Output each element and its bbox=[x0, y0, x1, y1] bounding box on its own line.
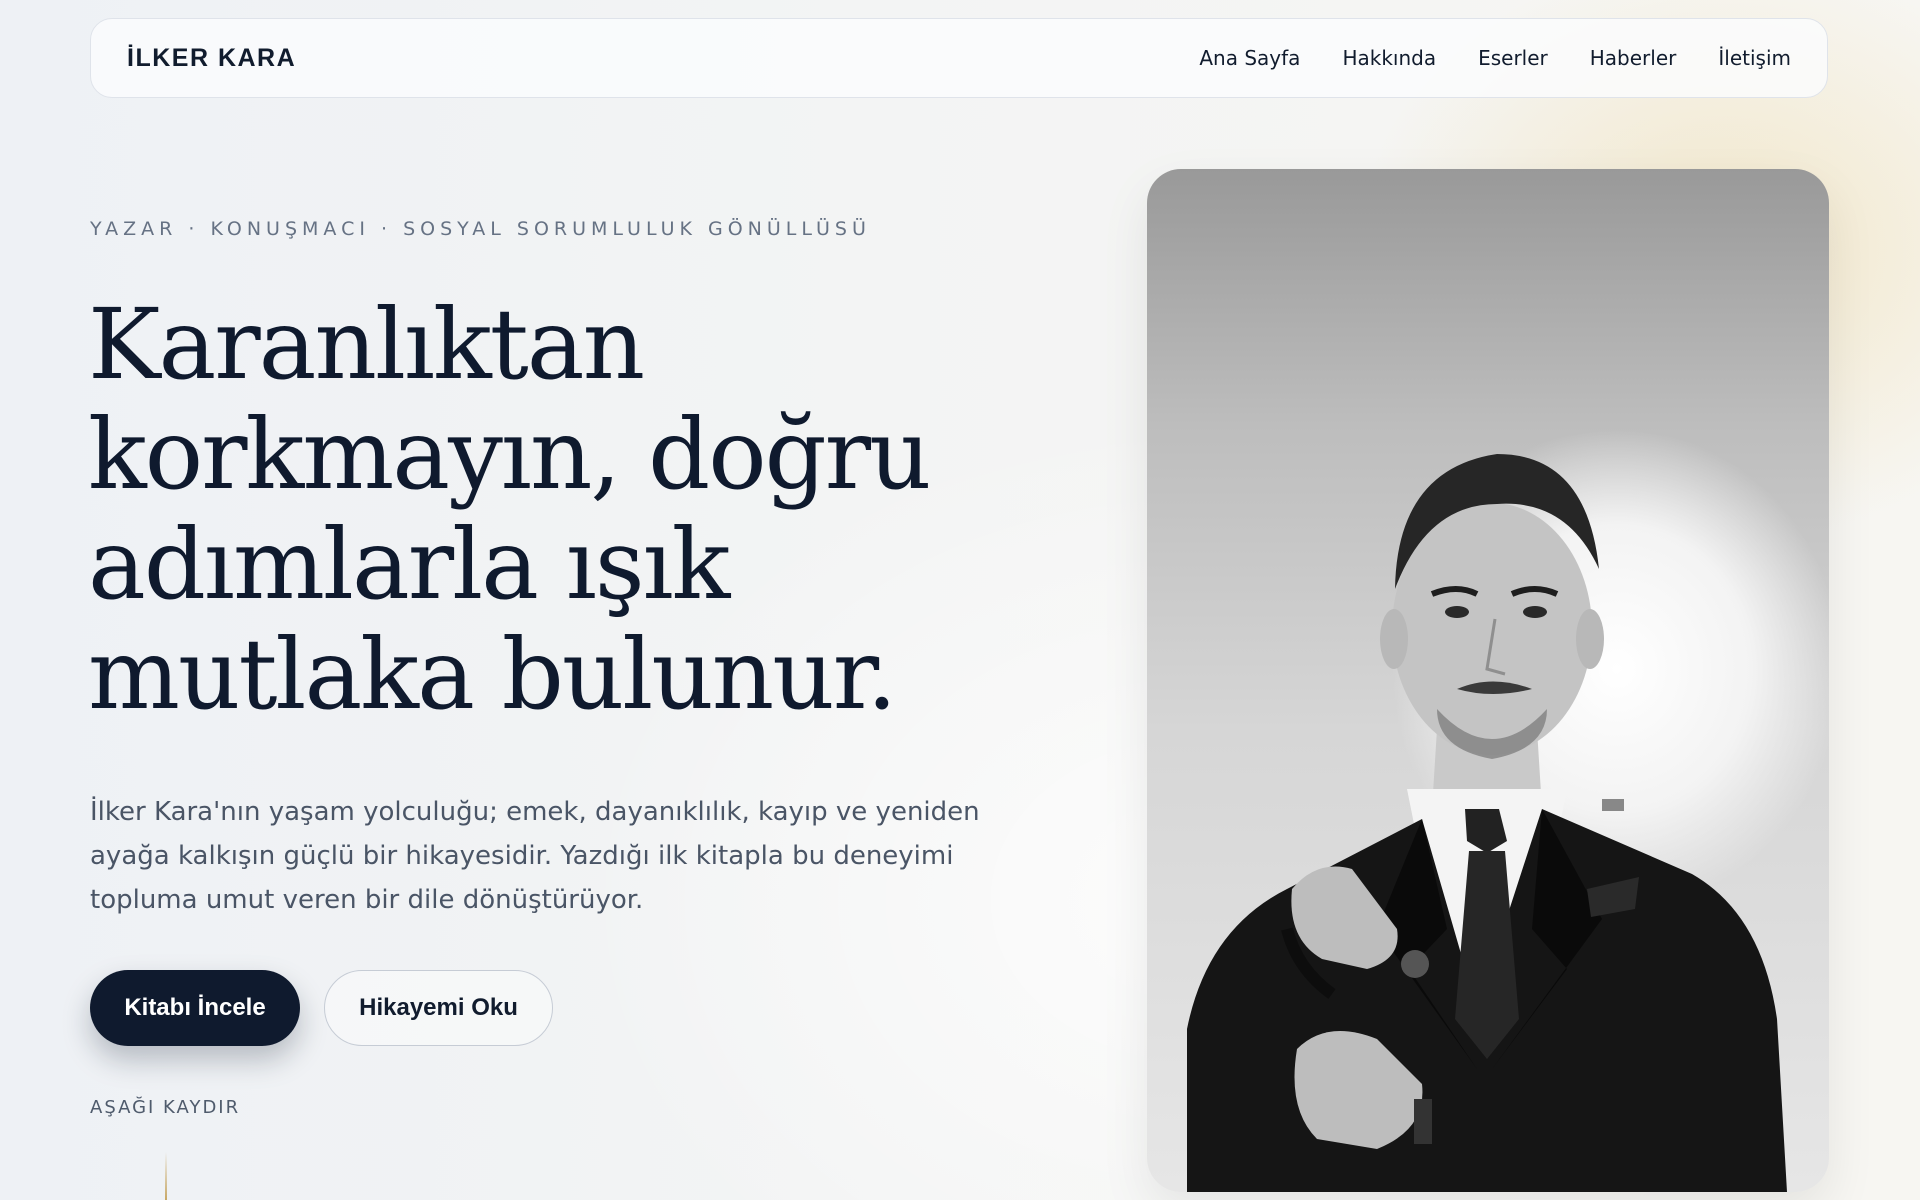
review-book-button[interactable]: Kitabı İncele bbox=[90, 970, 300, 1046]
headline-line: adımlarla ışık bbox=[88, 508, 730, 621]
top-navigation: İLKER KARA Ana Sayfa Hakkında Eserler Ha… bbox=[90, 18, 1828, 98]
nav-link-about[interactable]: Hakkında bbox=[1342, 46, 1436, 70]
scroll-indicator-line bbox=[165, 1152, 167, 1200]
hero-description: İlker Kara'nın yaşam yolculuğu; emek, da… bbox=[90, 790, 1030, 922]
hero-headline: Karanlıktan korkmayın, doğru adımlarla ı… bbox=[88, 290, 1048, 730]
description-line: ayağa kalkışın güçlü bir hikayesidir. Ya… bbox=[90, 841, 954, 871]
author-portrait bbox=[1147, 169, 1829, 1192]
nav-link-news[interactable]: Haberler bbox=[1590, 46, 1677, 70]
nav-link-home[interactable]: Ana Sayfa bbox=[1199, 46, 1300, 70]
hero-eyebrow: YAZAR · KONUŞMACI · SOSYAL SORUMLULUK GÖ… bbox=[90, 218, 871, 240]
description-line: topluma umut veren bir dile dönüştürüyor… bbox=[90, 885, 644, 915]
description-line: İlker Kara'nın yaşam yolculuğu; emek, da… bbox=[90, 797, 980, 827]
nav-link-works[interactable]: Eserler bbox=[1478, 46, 1548, 70]
headline-line: Karanlıktan bbox=[88, 288, 645, 401]
headline-line: korkmayın, doğru bbox=[88, 398, 932, 511]
headline-line: mutlaka bulunur. bbox=[88, 618, 897, 731]
person-portrait-icon bbox=[1187, 454, 1787, 1192]
nav-links: Ana Sayfa Hakkında Eserler Haberler İlet… bbox=[1199, 46, 1791, 70]
brand-logo[interactable]: İLKER KARA bbox=[127, 44, 296, 73]
scroll-down-hint[interactable]: AŞAĞI KAYDIR bbox=[90, 1097, 240, 1118]
read-story-button[interactable]: Hikayemi Oku bbox=[324, 970, 553, 1046]
nav-link-contact[interactable]: İletişim bbox=[1718, 46, 1791, 70]
